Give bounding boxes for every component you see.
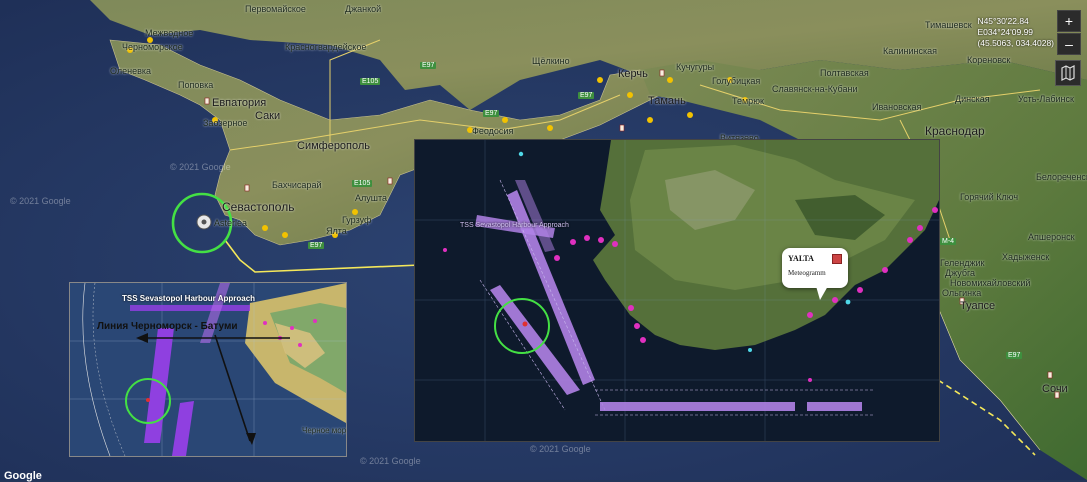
city-label-zaozernoe: Заозерное [203, 118, 248, 128]
city-label-evpatoriya: Евпатория [212, 97, 267, 109]
marker-label-asterlea[interactable]: Asterlea [214, 218, 247, 228]
route-label-chernomorsk-batumi: Линия Черноморск - Батуми [97, 321, 238, 332]
city-label-golubitskaya: Голубицкая [712, 76, 761, 86]
city-label-chernomorskoe: Черноморское [122, 42, 183, 52]
city-label-apsheronsk: Апшеронск [1028, 232, 1075, 242]
city-label-popovka: Поповка [178, 80, 214, 90]
city-label-yalta: Ялта [326, 226, 347, 236]
city-label-slavyansk: Славянск-на-Кубани [772, 84, 858, 94]
city-label-simferopol: Симферополь [297, 140, 371, 152]
inset-satellite-graphic [415, 140, 939, 441]
city-label-gurzuf: Гурзуф [342, 215, 372, 225]
city-label-temryuk: Темрюк [732, 96, 764, 106]
city-label-kerch: Керчь [618, 68, 648, 80]
google-watermark: © 2021 Google [170, 162, 231, 172]
city-label-dzhubga: Джубга [945, 268, 976, 278]
popup-meteogram-link[interactable]: Meteogramm [788, 269, 826, 277]
inset-left-title: TSS Sevastopol Harbour Approach [122, 294, 256, 303]
city-label-goryachiy-klyuch: Горячий Ключ [960, 192, 1019, 202]
city-label-dinskaya: Динская [955, 94, 990, 104]
zoom-out-button[interactable]: – [1057, 33, 1081, 55]
city-label-taman: Тамань [648, 95, 686, 107]
city-label-olenevka: Оленевка [110, 66, 152, 76]
city-label-krasnodar: Краснодар [925, 124, 985, 138]
google-watermark: © 2021 Google [360, 456, 421, 466]
city-label-khadyzhensk: Хадыженск [1002, 252, 1050, 262]
road-shield: E97 [483, 110, 500, 117]
city-label-mezhvodnoe: Межводное [145, 28, 194, 38]
city-label-ivanovskaya: Ивановская [872, 102, 922, 112]
popup-close-icon[interactable] [832, 254, 842, 264]
map-layers-icon [1061, 65, 1075, 81]
yalta-popup[interactable]: YALTA Meteogramm [782, 248, 848, 300]
popup-tail [816, 286, 828, 300]
city-label-sevastopol: Севастополь [222, 200, 295, 214]
city-label-shchelkino: Щёлкино [532, 56, 570, 66]
city-label-timashevsk: Тимашевск [925, 20, 972, 30]
city-label-kuchugury: Кучугуры [676, 62, 715, 72]
city-label-alushta: Алушта [355, 193, 388, 203]
city-label-novomikhaylovskiy: Новомихайловский [950, 278, 1031, 288]
city-label-saki: Саки [255, 110, 281, 122]
city-label-pervomayskoe: Первомайское [245, 4, 306, 14]
city-label-ust-labinsk: Усть-Лабинск [1018, 94, 1074, 104]
inset-right-tss-label: TSS Sevastopol Harbour Approach [460, 222, 569, 229]
city-label-kalininskaya: Калининская [883, 46, 938, 56]
google-watermark: © 2021 Google [10, 196, 71, 206]
road-shield: E97 [308, 242, 325, 249]
city-label-olginka: Ольгинка [942, 288, 982, 298]
road-shield: E97 [420, 62, 437, 69]
road-shield: E105 [360, 78, 381, 85]
road-shield: E97 [578, 92, 595, 99]
city-label-gelendzhik: Геленджик [940, 258, 985, 268]
city-label-tuapse: Туапсе [960, 300, 996, 312]
city-label-feodosiya: Феодосия [472, 126, 514, 136]
road-shield: E97 [1006, 352, 1023, 359]
road-shield: E105 [352, 180, 373, 187]
city-label-bakhchisaray: Бахчисарай [272, 180, 322, 190]
coord-lat: N45°30'22.84 [977, 16, 1029, 26]
city-label-krasnogvardeyskoe: Красногвардейское [285, 42, 367, 52]
road-shield: M-4 [940, 238, 957, 245]
inset-nautical-chart[interactable]: TSS Sevastopol Harbour Approach Линия Че… [69, 282, 347, 457]
city-label-korenovsk: Кореновск [967, 55, 1011, 65]
coord-lon: E034°24'09.99 [977, 27, 1034, 37]
city-label-poltavskaya: Полтавская [820, 68, 869, 78]
google-watermark: © 2021 Google [530, 444, 591, 454]
sea-label: Черное море [302, 426, 347, 435]
coord-decimal: (45.5063, 034.4028) [977, 38, 1054, 48]
cursor-coordinates: N45°30'22.84 E034°24'09.99 (45.5063, 034… [977, 16, 1054, 49]
city-label-dzhankoy: Джанкой [345, 4, 382, 14]
map-layers-button[interactable] [1055, 60, 1081, 86]
city-label-belorechensk: Белореченск [1036, 172, 1087, 182]
inset-satellite-chart[interactable]: TSS Sevastopol Harbour Approach [414, 139, 940, 442]
popup-title: YALTA [788, 254, 814, 263]
city-label-sochi: Сочи [1042, 383, 1068, 395]
google-logo: Google [4, 470, 42, 482]
zoom-in-button[interactable]: + [1057, 10, 1081, 32]
